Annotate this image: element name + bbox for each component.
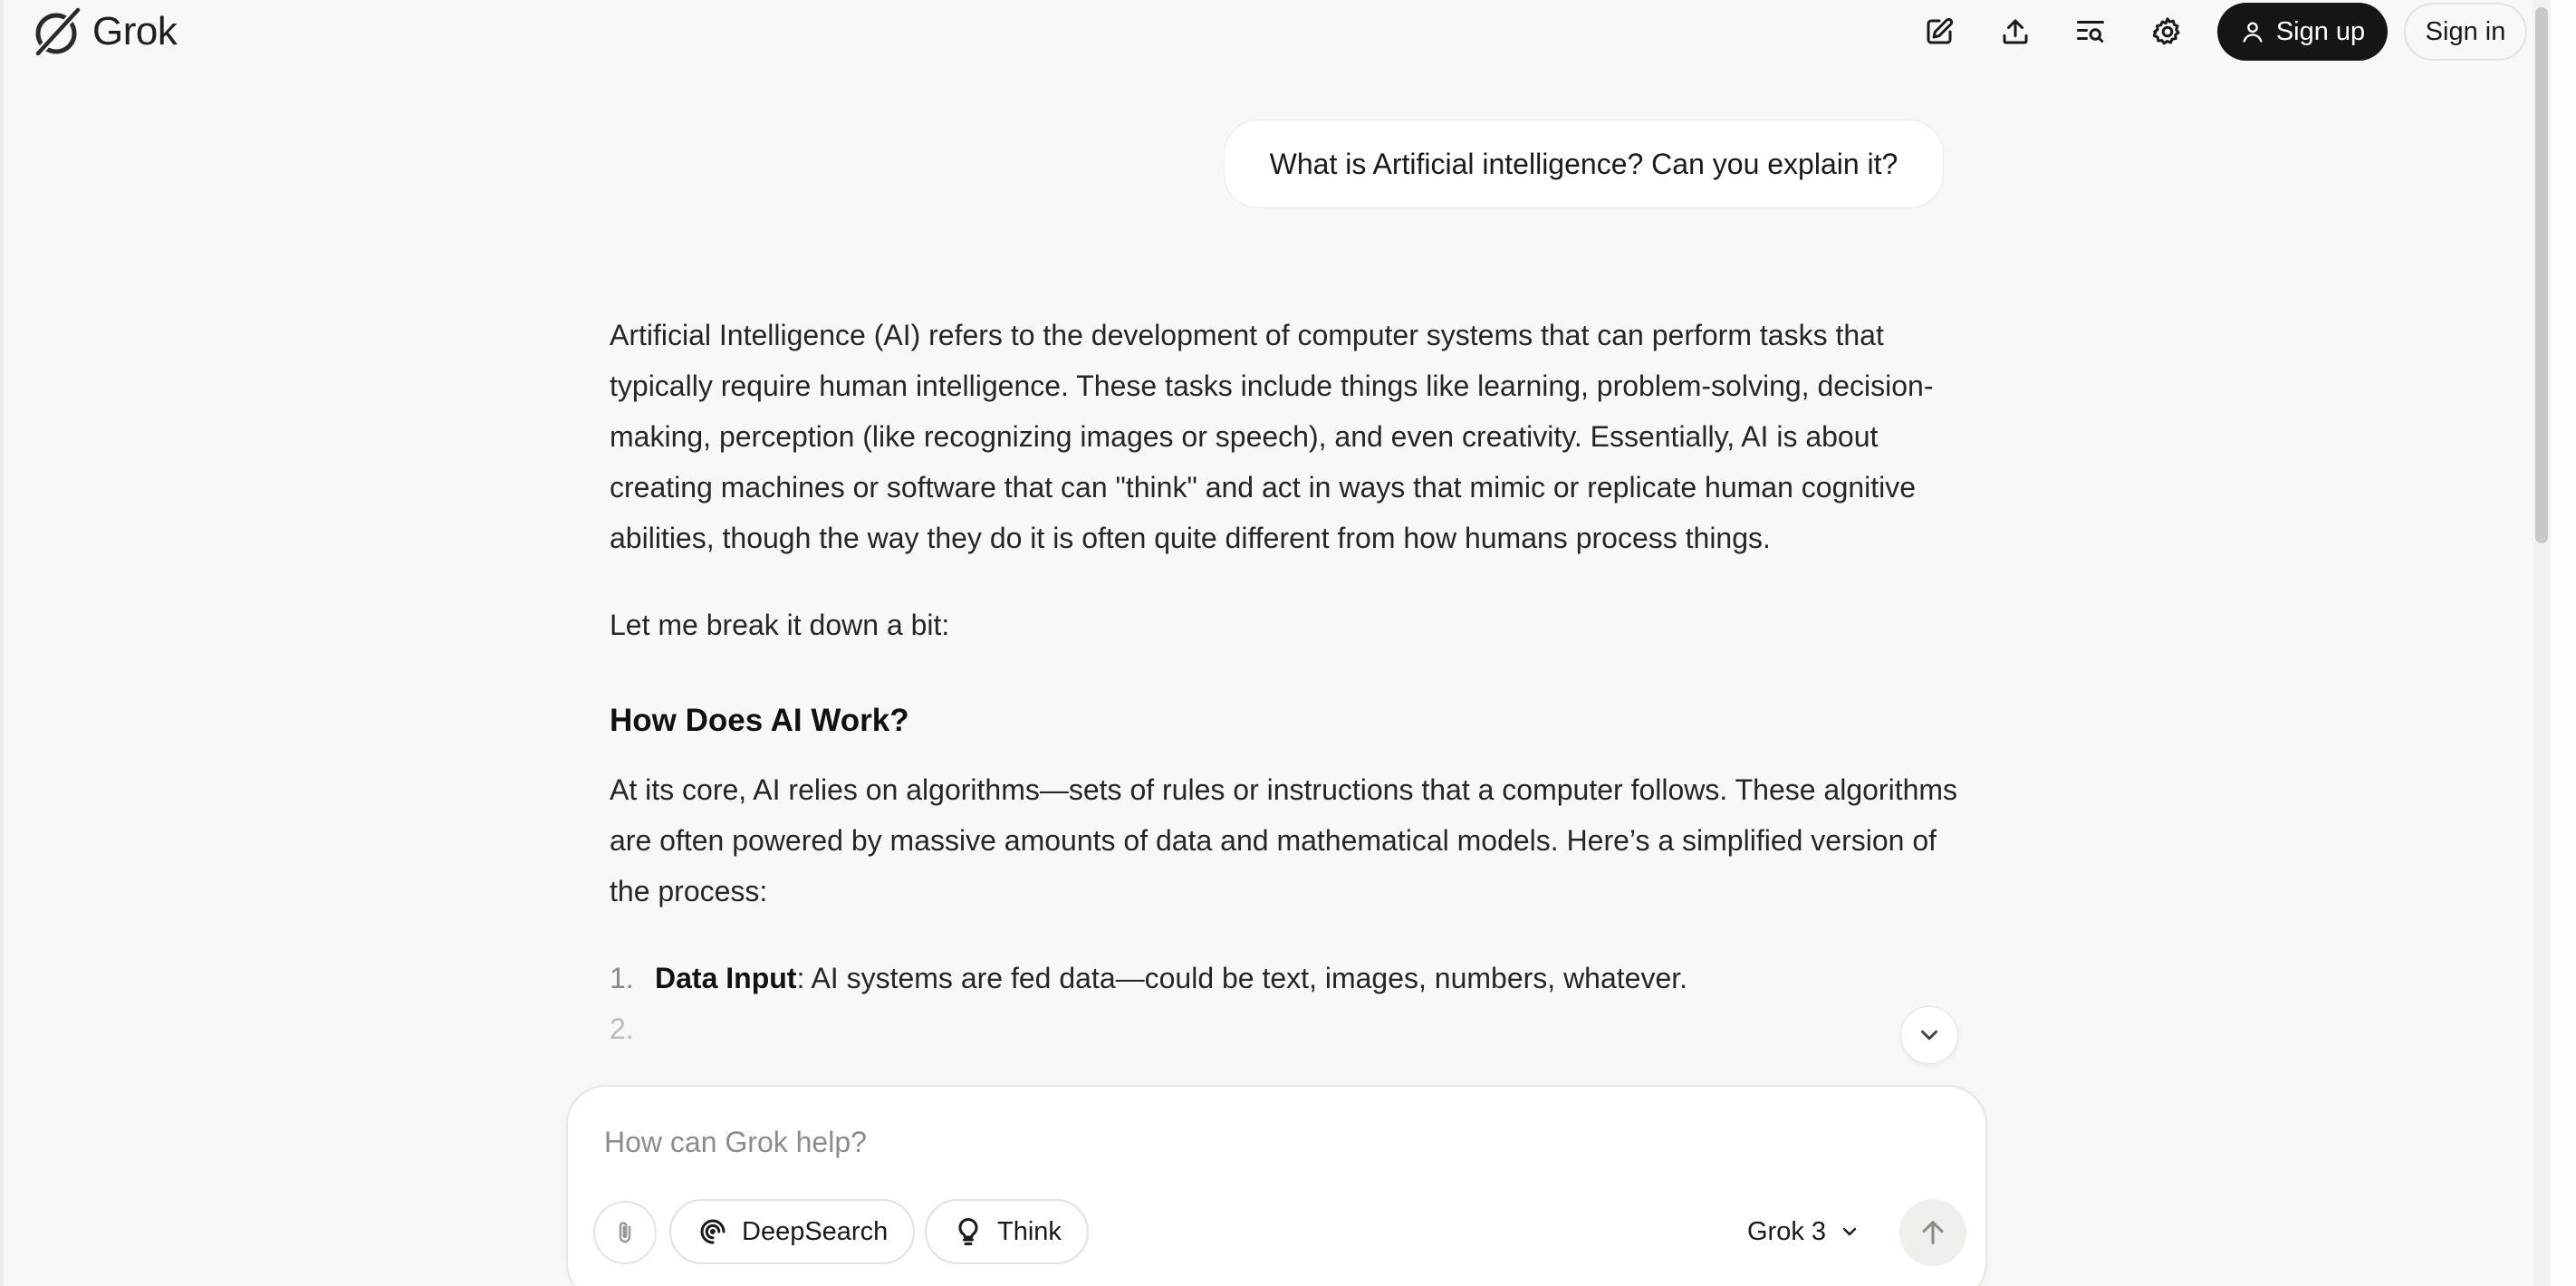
paperclip-icon xyxy=(619,1222,631,1243)
history-search-button[interactable] xyxy=(2070,11,2111,53)
sign-in-button[interactable]: Sign in xyxy=(2404,3,2527,61)
list-description: : AI systems are fed data—could be text,… xyxy=(796,962,1688,994)
list-number: 1. xyxy=(610,962,634,994)
window-edge xyxy=(2551,0,2576,1286)
share-button[interactable] xyxy=(1994,11,2036,53)
response-paragraph: Artificial Intelligence (AI) refers to t… xyxy=(610,319,1934,554)
chevron-down-icon xyxy=(1842,1227,1857,1236)
deepsearch-label: DeepSearch xyxy=(742,1216,889,1246)
prompt-input[interactable] xyxy=(604,1119,1872,1165)
model-selector[interactable]: Grok 3 xyxy=(1747,1199,1860,1264)
user-message: What is Artificial intelligence? Can you… xyxy=(1224,120,1944,208)
response-heading: How Does AI Work? xyxy=(610,703,909,738)
gear-icon xyxy=(2152,17,2180,45)
response-paragraph: At its core, AI relies on algorithms—set… xyxy=(610,773,1958,907)
edit-icon xyxy=(1927,17,1954,44)
model-name: Grok 3 xyxy=(1747,1216,1827,1246)
upload-icon xyxy=(2003,19,2028,44)
list-item: 1. Data Input: AI systems are fed data—c… xyxy=(610,953,1959,1003)
think-label: Think xyxy=(997,1216,1062,1246)
user-message-text: What is Artificial intelligence? Can you… xyxy=(1269,147,1898,180)
scrollbar-thumb[interactable] xyxy=(2535,7,2548,543)
list-term: Data Input xyxy=(655,962,797,994)
scroll-to-bottom-button[interactable] xyxy=(1900,1006,1958,1064)
response-paragraph: Let me break it down a bit: xyxy=(610,609,950,641)
app-name: Grok xyxy=(92,9,178,53)
grok-logo[interactable]: Grok xyxy=(27,4,178,60)
content-fade xyxy=(543,1041,2029,1087)
sign-up-button[interactable]: Sign up xyxy=(2217,3,2388,61)
send-button[interactable] xyxy=(1899,1199,1966,1266)
deepsearch-button[interactable]: DeepSearch xyxy=(669,1199,916,1264)
chevron-down-icon xyxy=(1921,1030,1937,1041)
think-button[interactable]: Think xyxy=(925,1199,1089,1264)
search-history-icon xyxy=(2077,21,2104,43)
lightbulb-icon xyxy=(958,1217,978,1245)
list-text: Data Input: AI systems are fed data—coul… xyxy=(655,953,1687,1003)
page: Grok Sign up Sign in What is Artificial … xyxy=(0,0,2576,1286)
arrow-up-icon xyxy=(1922,1221,1944,1244)
composer: DeepSearch Think Grok 3 xyxy=(566,1085,1987,1286)
grok-logo-icon xyxy=(34,6,82,57)
window-edge xyxy=(0,0,4,1286)
sign-in-label: Sign in xyxy=(2425,16,2506,46)
assistant-response: Artificial Intelligence (AI) refers to t… xyxy=(610,310,1959,1054)
settings-button[interactable] xyxy=(2147,11,2188,53)
attach-button[interactable] xyxy=(593,1201,657,1264)
user-icon xyxy=(2243,22,2263,43)
sign-up-label: Sign up xyxy=(2275,16,2366,46)
new-chat-button[interactable] xyxy=(1918,11,1960,53)
deepsearch-icon xyxy=(700,1219,726,1244)
